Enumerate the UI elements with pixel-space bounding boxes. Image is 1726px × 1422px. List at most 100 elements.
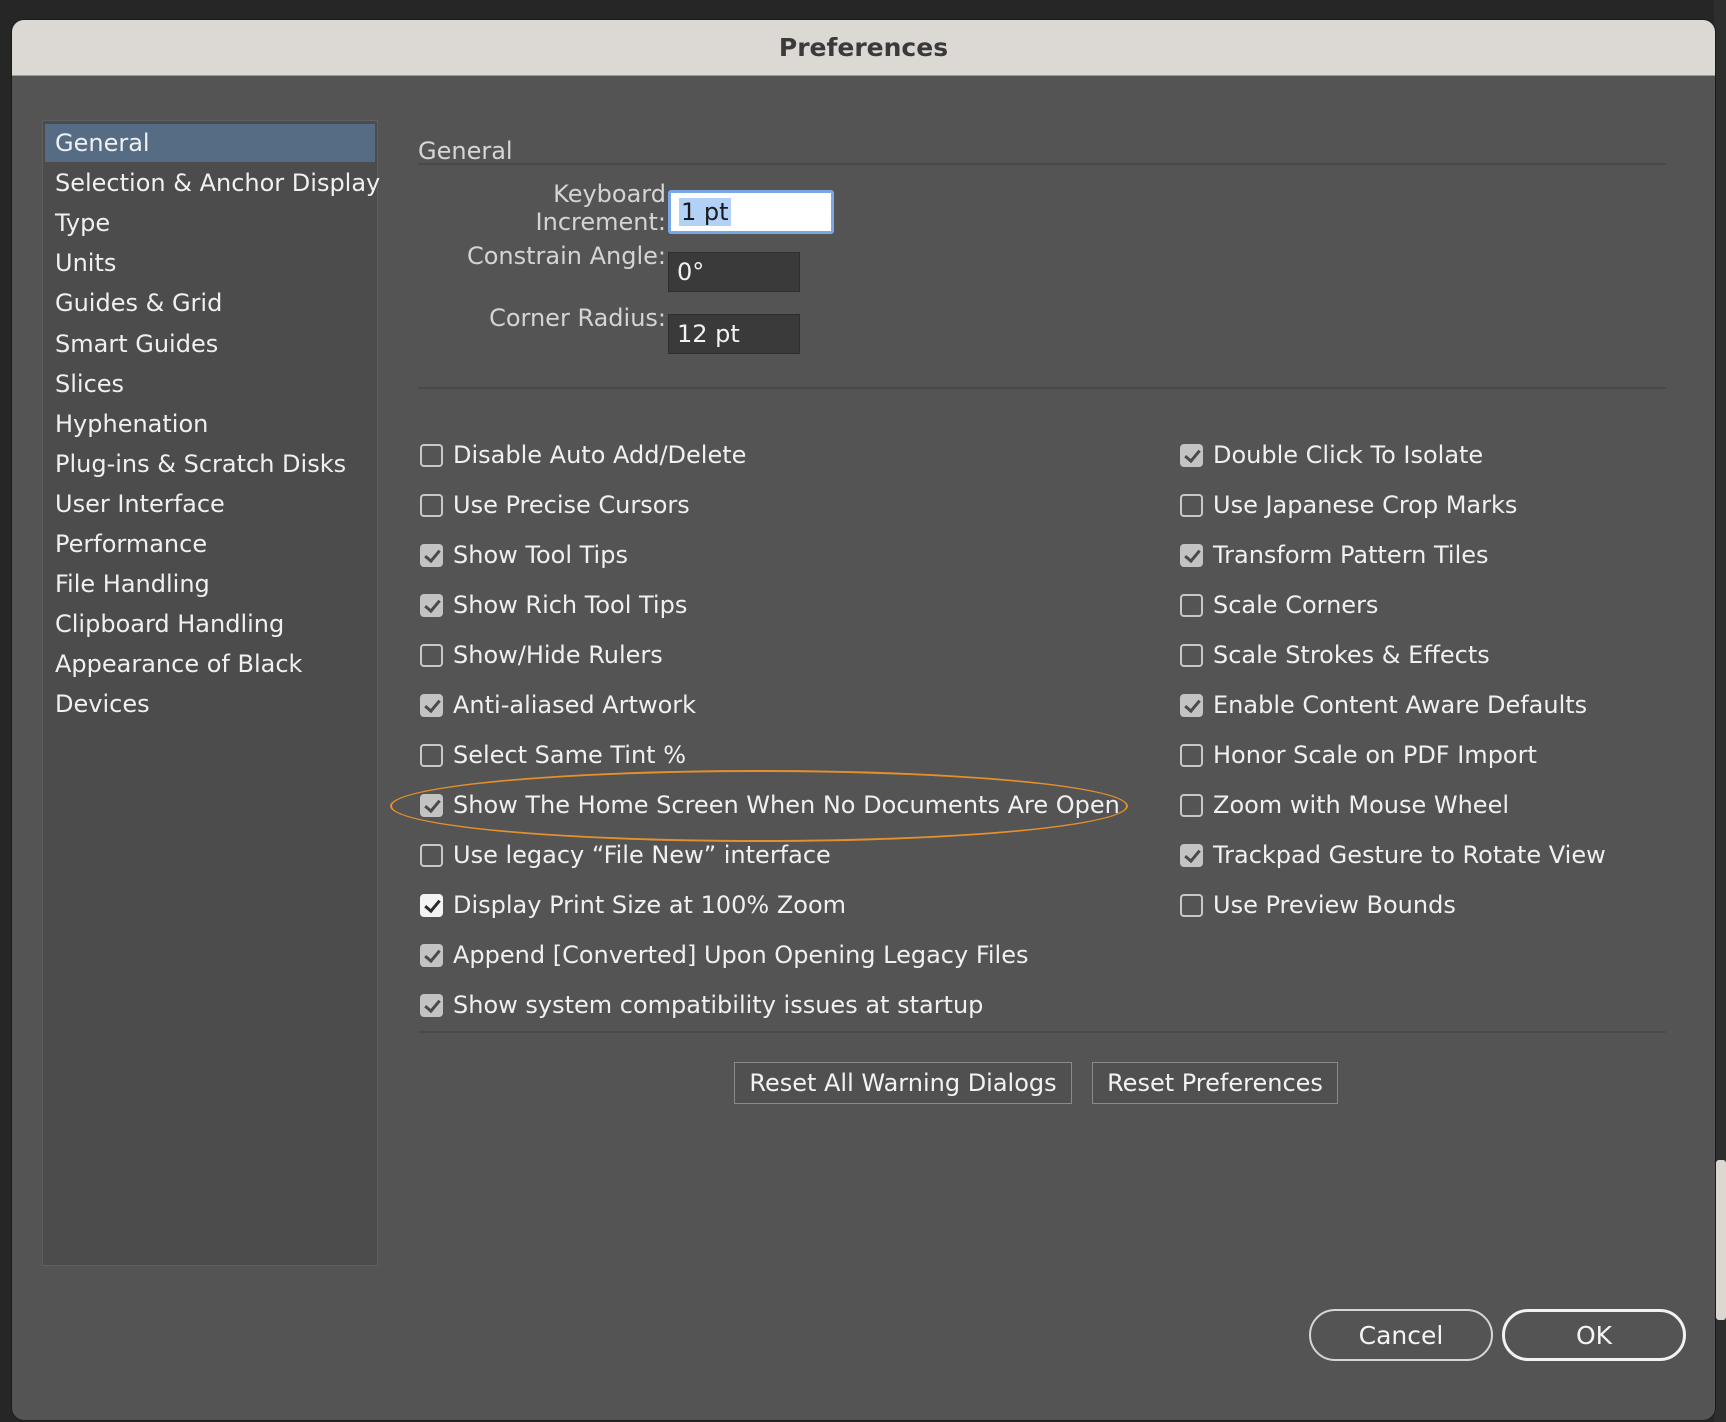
checkbox[interactable]: [420, 893, 443, 917]
checkbox-label: Anti-aliased Artwork: [453, 691, 697, 719]
checkbox[interactable]: [420, 843, 443, 867]
sidebar-item-appearance-of-black[interactable]: Appearance of Black: [45, 645, 375, 683]
section-title: General: [418, 137, 513, 165]
option-show-rich-tool-tips[interactable]: Show Rich Tool Tips: [420, 586, 687, 624]
option-display-print-size-at-100-zoom[interactable]: Display Print Size at 100% Zoom: [420, 886, 846, 924]
checkbox[interactable]: [1180, 543, 1203, 567]
checkbox-label: Show Tool Tips: [453, 541, 628, 569]
checkbox[interactable]: [1180, 493, 1203, 517]
checkbox[interactable]: [420, 943, 443, 967]
option-use-japanese-crop-marks[interactable]: Use Japanese Crop Marks: [1180, 486, 1517, 524]
checkbox[interactable]: [420, 993, 443, 1017]
sidebar-item-smart-guides[interactable]: Smart Guides: [45, 325, 375, 363]
category-sidebar: General Selection & Anchor Display Type Uni…: [42, 120, 380, 1266]
checkbox[interactable]: [1180, 443, 1203, 467]
checkbox-label: Display Print Size at 100% Zoom: [453, 891, 846, 919]
sidebar-item-guides-grid[interactable]: Guides & Grid: [45, 284, 375, 322]
checkbox-label: Enable Content Aware Defaults: [1213, 691, 1588, 719]
checkbox[interactable]: [1180, 593, 1203, 617]
sidebar-item-devices[interactable]: Devices: [45, 685, 375, 723]
option-scale-corners[interactable]: Scale Corners: [1180, 586, 1378, 624]
corner-radius-input[interactable]: 12 pt: [668, 314, 800, 354]
option-double-click-to-isolate[interactable]: Double Click To Isolate: [1180, 436, 1483, 474]
option-use-precise-cursors[interactable]: Use Precise Cursors: [420, 486, 690, 524]
sidebar-item-slices[interactable]: Slices: [45, 365, 375, 403]
sidebar-item-label: File Handling: [55, 570, 210, 598]
sidebar-item-file-handling[interactable]: File Handling: [45, 565, 375, 603]
checkbox[interactable]: [1180, 843, 1203, 867]
sidebar-item-hyphenation[interactable]: Hyphenation: [45, 405, 375, 443]
sidebar-item-label: Plug-ins & Scratch Disks: [55, 450, 347, 478]
checkbox-label: Show The Home Screen When No Documents A…: [453, 791, 1120, 819]
checkbox-label: Use legacy “File New” interface: [453, 841, 831, 869]
sidebar-item-clipboard-handling[interactable]: Clipboard Handling: [45, 605, 375, 643]
sidebar-item-general[interactable]: General: [45, 124, 375, 162]
checkbox-label: Transform Pattern Tiles: [1213, 541, 1489, 569]
sidebar-item-label: Slices: [55, 370, 125, 398]
checkbox[interactable]: [420, 593, 443, 617]
checkbox[interactable]: [420, 543, 443, 567]
sidebar-item-type[interactable]: Type: [45, 204, 375, 242]
corner-radius-label: Corner Radius:: [489, 304, 666, 332]
option-trackpad-gesture-to-rotate-view[interactable]: Trackpad Gesture to Rotate View: [1180, 836, 1606, 874]
reset-preferences-button[interactable]: Reset Preferences: [1092, 1062, 1338, 1104]
sidebar-item-user-interface[interactable]: User Interface: [45, 485, 375, 523]
keyboard-increment-value: 1 pt: [679, 198, 731, 226]
title-bar: Preferences: [12, 20, 1715, 76]
checkbox-label: Scale Strokes & Effects: [1213, 641, 1490, 669]
checkbox[interactable]: [1180, 693, 1203, 717]
option-append-converted-upon-opening-legacy-files[interactable]: Append [Converted] Upon Opening Legacy F…: [420, 936, 1029, 974]
window-title: Preferences: [778, 33, 949, 62]
sidebar-item-label: Clipboard Handling: [55, 610, 285, 638]
option-enable-content-aware-defaults[interactable]: Enable Content Aware Defaults: [1180, 686, 1587, 724]
background-window-thumbnail: [1716, 1160, 1726, 1320]
sidebar-item-label: Guides & Grid: [55, 289, 223, 317]
checkbox[interactable]: [420, 643, 443, 667]
sidebar-item-plug-ins-scratch-disks[interactable]: Plug-ins & Scratch Disks: [45, 445, 375, 483]
option-zoom-with-mouse-wheel[interactable]: Zoom with Mouse Wheel: [1180, 786, 1509, 824]
option-scale-strokes-effects[interactable]: Scale Strokes & Effects: [1180, 636, 1490, 674]
option-select-same-tint[interactable]: Select Same Tint %: [420, 736, 686, 774]
option-anti-aliased-artwork[interactable]: Anti-aliased Artwork: [420, 686, 696, 724]
constrain-angle-label: Constrain Angle:: [466, 242, 666, 270]
sidebar-item-label: Appearance of Black: [55, 650, 303, 678]
checkbox-label: Append [Converted] Upon Opening Legacy F…: [453, 941, 1029, 969]
option-transform-pattern-tiles[interactable]: Transform Pattern Tiles: [1180, 536, 1489, 574]
ok-button[interactable]: OK: [1502, 1309, 1686, 1361]
cancel-button[interactable]: Cancel: [1309, 1309, 1493, 1361]
sidebar-item-label: Type: [55, 209, 111, 237]
checkbox[interactable]: [1180, 893, 1203, 917]
sidebar-item-performance[interactable]: Performance: [45, 525, 375, 563]
checkbox-label: Show Rich Tool Tips: [453, 591, 688, 619]
option-show-the-home-screen-when-no-documents-are-open[interactable]: Show The Home Screen When No Documents A…: [420, 786, 1120, 824]
checkbox-label: Select Same Tint %: [453, 741, 687, 769]
option-show-system-compatibility-issues-at-startup[interactable]: Show system compatibility issues at star…: [420, 986, 983, 1024]
sidebar-item-label: General: [55, 129, 150, 157]
option-use-preview-bounds[interactable]: Use Preview Bounds: [1180, 886, 1456, 924]
option-use-legacy-file-new-interface[interactable]: Use legacy “File New” interface: [420, 836, 831, 874]
checkbox[interactable]: [420, 443, 443, 467]
sidebar-item-label: Units: [55, 249, 117, 277]
checkbox[interactable]: [1180, 643, 1203, 667]
reset-warning-dialogs-button[interactable]: Reset All Warning Dialogs: [734, 1062, 1072, 1104]
checkbox-label: Honor Scale on PDF Import: [1213, 741, 1537, 769]
checkbox[interactable]: [1180, 793, 1203, 817]
option-disable-auto-add-delete[interactable]: Disable Auto Add/Delete: [420, 436, 746, 474]
option-show-tool-tips[interactable]: Show Tool Tips: [420, 536, 628, 574]
sidebar-item-label: Smart Guides: [55, 330, 219, 358]
option-honor-scale-on-pdf-import[interactable]: Honor Scale on PDF Import: [1180, 736, 1537, 774]
checkbox[interactable]: [420, 793, 443, 817]
checkbox[interactable]: [420, 693, 443, 717]
checkbox[interactable]: [420, 743, 443, 767]
sidebar-item-units[interactable]: Units: [45, 244, 375, 282]
checkbox-label: Zoom with Mouse Wheel: [1213, 791, 1510, 819]
checkbox-label: Show/Hide Rulers: [453, 641, 663, 669]
sidebar-item-label: Selection & Anchor Display: [55, 169, 381, 197]
checkbox[interactable]: [420, 493, 443, 517]
constrain-angle-input[interactable]: 0°: [668, 252, 800, 292]
checkbox[interactable]: [1180, 743, 1203, 767]
option-show-hide-rulers[interactable]: Show/Hide Rulers: [420, 636, 663, 674]
sidebar-item-label: Hyphenation: [55, 410, 209, 438]
keyboard-increment-input[interactable]: 1 pt: [668, 190, 834, 234]
sidebar-item-selection-anchor-display[interactable]: Selection & Anchor Display: [45, 164, 380, 202]
